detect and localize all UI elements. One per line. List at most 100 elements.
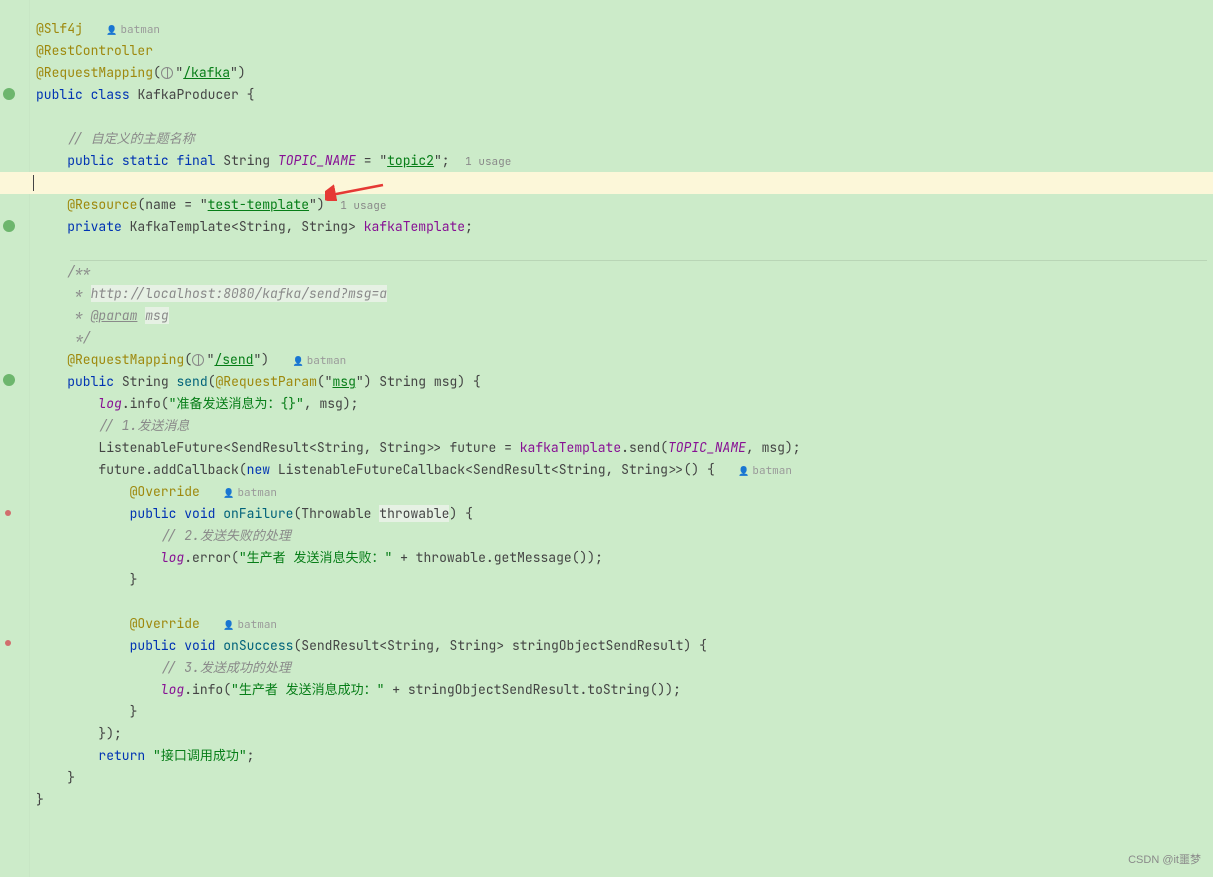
keyword: public: [36, 86, 83, 103]
code-line[interactable]: * http://localhost:8080/kafka/send?msg=a: [30, 283, 1213, 305]
code-line[interactable]: log.info("准备发送消息为：{}", msg);: [30, 393, 1213, 415]
code-line[interactable]: }: [30, 767, 1213, 789]
gutter-bean-icon[interactable]: [3, 220, 15, 232]
type: String: [239, 218, 286, 235]
method-call: toString: [587, 681, 649, 698]
code-line[interactable]: public void onFailure(Throwable throwabl…: [30, 503, 1213, 525]
local-var: future: [98, 461, 145, 478]
code-editor[interactable]: @Slf4j batman @RestController @RequestMa…: [0, 0, 1213, 877]
javadoc: */: [67, 329, 90, 346]
annotation: @RequestMapping: [36, 64, 153, 81]
keyword: void: [184, 505, 215, 522]
javadoc-param: msg: [145, 307, 168, 324]
usage-inlay[interactable]: 1 usage: [465, 155, 511, 169]
keyword: static: [122, 152, 169, 169]
author-inlay: batman: [292, 354, 346, 368]
method: onFailure: [223, 505, 293, 522]
comment: // 2.发送失败的处理: [161, 527, 291, 544]
code-line[interactable]: @Override batman: [30, 613, 1213, 635]
code-line[interactable]: return "接口调用成功";: [30, 745, 1213, 767]
code-line[interactable]: */: [30, 327, 1213, 349]
url-link[interactable]: /kafka: [183, 64, 230, 81]
code-line[interactable]: @RequestMapping( "/send") batman: [30, 349, 1213, 371]
globe-icon: [161, 67, 173, 79]
watermark: CSDN @it噩梦: [1128, 851, 1201, 867]
comment: // 1.发送消息: [98, 417, 189, 434]
keyword: public: [67, 152, 114, 169]
code-line[interactable]: ListenableFuture<SendResult<String, Stri…: [30, 437, 1213, 459]
gutter-run-icon[interactable]: [3, 374, 15, 386]
type: String: [621, 461, 668, 478]
annotation: @RequestParam: [215, 373, 316, 390]
javadoc-url[interactable]: http://localhost:8080/kafka/send?msg=a: [91, 285, 387, 302]
code-line[interactable]: @Resource(name = "test-template") 1 usag…: [30, 194, 1213, 216]
code-area[interactable]: @Slf4j batman @RestController @RequestMa…: [30, 0, 1213, 851]
code-line[interactable]: // 3.发送成功的处理: [30, 657, 1213, 679]
code-line[interactable]: @Override batman: [30, 481, 1213, 503]
string-link[interactable]: msg: [332, 373, 355, 390]
keyword: final: [176, 152, 215, 169]
code-line[interactable]: * @param msg: [30, 305, 1213, 327]
javadoc: *: [67, 307, 90, 324]
param: throwable: [416, 549, 486, 566]
code-line[interactable]: }: [30, 701, 1213, 723]
param: msg: [762, 439, 785, 456]
field: log: [161, 681, 184, 698]
code-line[interactable]: }: [30, 789, 1213, 811]
code-line[interactable]: @RestController: [30, 40, 1213, 62]
code-line[interactable]: private KafkaTemplate<String, String> ka…: [30, 216, 1213, 238]
code-line[interactable]: [30, 106, 1213, 128]
type: Throwable: [301, 505, 371, 522]
type: String: [122, 373, 169, 390]
code-line[interactable]: [30, 238, 1213, 260]
javadoc: *: [67, 285, 90, 302]
code-line[interactable]: future.addCallback(new ListenableFutureC…: [30, 459, 1213, 481]
code-line[interactable]: public String send(@RequestParam("msg") …: [30, 371, 1213, 393]
author-inlay: batman: [223, 618, 277, 632]
code-line[interactable]: // 自定义的主题名称: [30, 128, 1213, 150]
string-link[interactable]: topic2: [387, 152, 434, 169]
string: "生产者 发送消息成功：": [231, 681, 384, 698]
code-line[interactable]: // 2.发送失败的处理: [30, 525, 1213, 547]
cursor-line[interactable]: [0, 172, 1213, 194]
method-call: send: [629, 439, 660, 456]
field: kafkaTemplate: [364, 218, 465, 235]
code-line[interactable]: log.info("生产者 发送消息成功：" + stringObjectSen…: [30, 679, 1213, 701]
gutter-run-icon[interactable]: [3, 88, 15, 100]
keyword: public: [130, 637, 177, 654]
code-line[interactable]: public void onSuccess(SendResult<String,…: [30, 635, 1213, 657]
code-line[interactable]: });: [30, 723, 1213, 745]
type: String: [387, 637, 434, 654]
type: String: [379, 373, 426, 390]
code-line[interactable]: /**: [30, 261, 1213, 283]
string-link[interactable]: test-template: [208, 196, 309, 213]
keyword: private: [67, 218, 122, 235]
type: String: [559, 461, 606, 478]
field: TOPIC_NAME: [278, 152, 356, 169]
url-link[interactable]: /send: [214, 351, 253, 368]
gutter-override-icon[interactable]: [5, 510, 11, 516]
annotation: @RequestMapping: [67, 351, 184, 368]
code-line[interactable]: public static final String TOPIC_NAME = …: [30, 150, 1213, 172]
code-line[interactable]: // 1.发送消息: [30, 415, 1213, 437]
code-line[interactable]: log.error("生产者 发送消息失败：" + throwable.getM…: [30, 547, 1213, 569]
code-line[interactable]: @RequestMapping( "/kafka"): [30, 62, 1213, 84]
code-line[interactable]: }: [30, 569, 1213, 591]
type: String: [450, 637, 497, 654]
gutter: [0, 0, 30, 877]
param: throwable: [379, 505, 449, 522]
type: String: [317, 439, 364, 456]
attr-name: name: [145, 196, 176, 213]
code-line[interactable]: public class KafkaProducer {: [30, 84, 1213, 106]
gutter-override-icon[interactable]: [5, 640, 11, 646]
type: String: [301, 218, 348, 235]
field: log: [98, 395, 121, 412]
usage-inlay[interactable]: 1 usage: [340, 199, 386, 213]
annotation: @Resource: [67, 196, 137, 213]
code-line[interactable]: [30, 591, 1213, 613]
code-line[interactable]: @Slf4j batman: [30, 18, 1213, 40]
comment: // 3.发送成功的处理: [161, 659, 291, 676]
globe-icon: [192, 354, 204, 366]
javadoc-tag: @param: [91, 307, 138, 324]
method-call: info: [192, 681, 223, 698]
